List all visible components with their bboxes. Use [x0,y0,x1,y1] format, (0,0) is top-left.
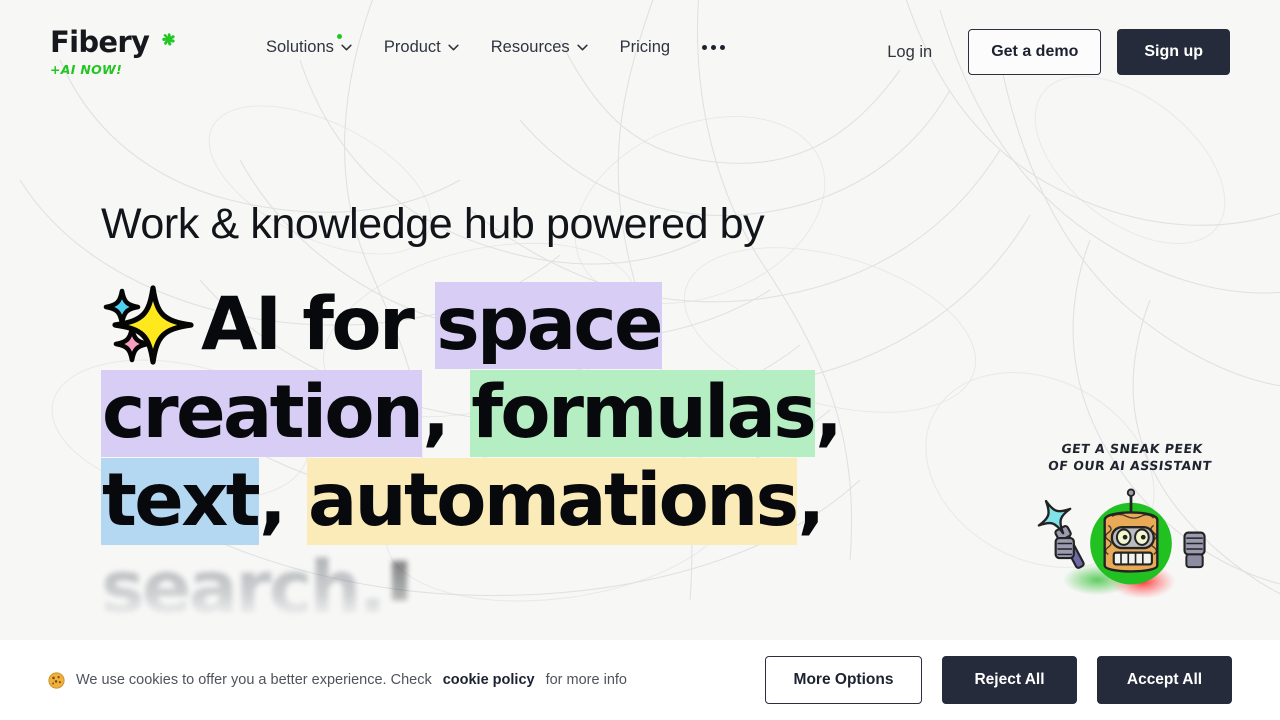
chevron-down-icon [448,44,459,51]
chevron-down-icon [576,44,588,51]
headline-comma-1: , [422,370,471,455]
chevron-down-icon [341,44,352,51]
brand-name: Fibery [50,25,150,59]
headline-seg-ai-for: AI for [201,282,436,367]
cookie-actions: More Options Reject All Accept All [765,656,1232,704]
nav-item-label: Resources [490,38,570,56]
headline-comma-3: , [259,458,307,543]
nav-item-label: Solutions [266,38,334,56]
headline-seg-automations: automations [306,458,799,545]
brand-tagline: +AI NOW! [50,62,123,77]
hero-section: Work & knowledge hub powered by AI for s… [0,0,1280,720]
sign-up-button[interactable]: Sign up [1117,29,1230,75]
headline-seg-text: text [101,458,261,545]
top-navigation-bar: Fibery +AI NOW! Solutions Product Resour… [0,0,1280,106]
accept-all-button[interactable]: Accept All [1097,656,1232,704]
mascot-caption: GET A SNEAK PEEK OF OUR AI ASSISTANT [1047,441,1213,473]
headline-seg-formulas: formulas [470,370,817,457]
nav-new-indicator-dot [336,34,342,39]
hero-headline-fading-line: search. [101,545,701,633]
hero-headline: AI for space creation, formulas, text, au… [101,281,961,545]
ellipsis-icon[interactable] [686,39,741,56]
sparkles-icon [103,285,194,365]
get-a-demo-button[interactable]: Get a demo [968,29,1102,75]
nav-item-product[interactable]: Product [368,32,475,63]
more-options-button[interactable]: More Options [765,656,922,704]
headline-seg-space: space [435,282,664,369]
nav-item-solutions[interactable]: Solutions [250,32,368,63]
cookie-message: We use cookies to offer you a better exp… [48,671,627,689]
brand-logo[interactable]: Fibery +AI NOW! [50,26,218,77]
nav-item-resources[interactable]: Resources [475,32,604,63]
ai-assistant-teaser[interactable]: GET A SNEAK PEEK OF OUR AI ASSISTANT [1024,440,1238,603]
ellipsis-dot [711,45,717,50]
log-in-link[interactable]: Log in [869,35,950,70]
cookie-message-text-after: for more info [545,672,627,688]
cookie-icon [48,671,65,689]
text-cursor-caret [392,561,407,601]
cookie-policy-link[interactable]: cookie policy [443,672,535,688]
hero-subheadline: Work & knowledge hub powered by [101,200,765,248]
ellipsis-dot [702,45,708,50]
headline-comma-4: , [797,458,825,543]
clover-icon [162,32,175,46]
nav-actions: Log in Get a demo Sign up [869,26,1230,75]
main-nav-links: Solutions Product Resources Pricing [250,26,741,63]
headline-comma-2: , [815,370,843,455]
nav-item-pricing[interactable]: Pricing [604,32,686,63]
headline-seg-search: search. [101,546,387,631]
reject-all-button[interactable]: Reject All [942,656,1077,704]
robot-assistant-icon [1037,488,1206,599]
cookie-consent-banner: We use cookies to offer you a better exp… [0,640,1280,720]
ellipsis-dot [720,45,726,50]
nav-item-label: Product [383,38,441,56]
cookie-message-text-before: We use cookies to offer you a better exp… [76,672,432,688]
headline-seg-creation: creation [101,370,424,457]
nav-item-label: Pricing [619,38,671,56]
